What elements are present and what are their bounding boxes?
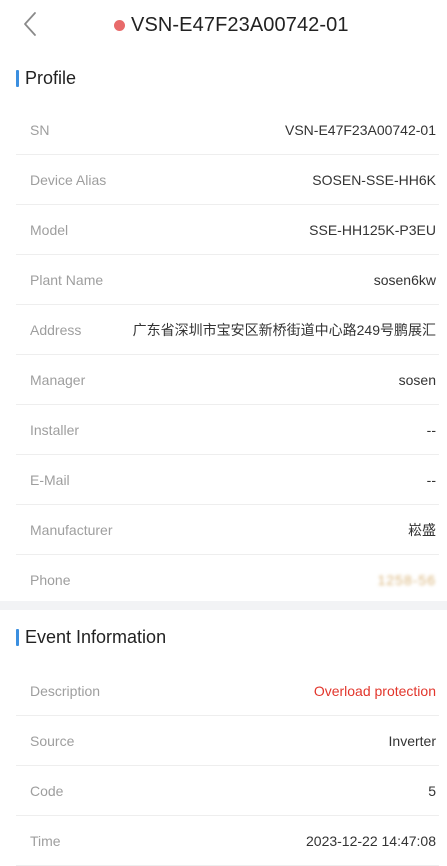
section-accent-bar [16,69,19,87]
row-value: 5 [428,783,436,799]
profile-row-installer: Installer -- [16,405,439,455]
section-divider [0,601,447,610]
profile-row-plant-name: Plant Name sosen6kw [16,255,439,305]
chevron-left-icon [24,12,36,36]
row-label: Phone [30,572,71,588]
section-accent-bar [16,628,19,646]
row-value: SSE-HH125K-P3EU [309,222,436,238]
profile-row-email: E-Mail -- [16,455,439,505]
row-label: Manufacturer [30,522,113,538]
row-label: Code [30,783,64,799]
row-value-alert: Overload protection [313,683,436,699]
profile-row-device-alias: Device Alias SOSEN-SSE-HH6K [16,155,439,205]
row-label: Description [30,683,101,699]
row-label: Device Alias [30,172,107,188]
profile-row-manufacturer: Manufacturer 崧盛 [16,505,439,555]
row-label: Time [30,833,61,849]
row-value: sosen6kw [373,272,436,288]
row-value: 广东省深圳市宝安区新桥街道中心路249号鹏展汇 [132,322,436,338]
back-button[interactable] [22,10,46,40]
profile-heading: Profile [25,67,77,88]
row-value: -- [426,422,436,438]
row-label: Address [30,322,82,338]
row-value: sosen [398,372,436,388]
row-value: SOSEN-SSE-HH6K [312,172,436,188]
profile-row-sn: SN VSN-E47F23A00742-01 [16,105,439,155]
top-bar: VSN-E47F23A00742-01 [0,0,447,50]
profile-section-title: Profile [16,64,76,92]
row-value: 2023-12-22 14:47:08 [306,833,436,849]
row-value-phone: 1258-56 [377,572,436,588]
event-row-description: Description Overload protection [16,666,439,716]
profile-row-model: Model SSE-HH125K-P3EU [16,205,439,255]
row-label: SN [30,122,50,138]
profile-row-address: Address 广东省深圳市宝安区新桥街道中心路249号鹏展汇 [16,305,439,355]
profile-row-manager: Manager sosen [16,355,439,405]
row-value: VSN-E47F23A00742-01 [285,122,436,138]
event-row-code: Code 5 [16,766,439,816]
title-group: VSN-E47F23A00742-01 [114,11,349,39]
event-row-time: Time 2023-12-22 14:47:08 [16,816,439,866]
row-label: Manager [30,372,86,388]
row-value: 崧盛 [408,522,436,538]
event-section-title: Event Information [16,623,166,651]
status-dot-icon [114,19,125,31]
row-label: E-Mail [30,472,70,488]
row-label: Plant Name [30,272,104,288]
row-label: Installer [30,422,80,438]
row-label: Source [30,733,75,749]
profile-row-phone: Phone 1258-56 [16,555,439,605]
row-label: Model [30,222,69,238]
event-row-source: Source Inverter [16,716,439,766]
row-value: -- [426,472,436,488]
event-heading: Event Information [25,626,167,647]
page-title: VSN-E47F23A00742-01 [131,13,349,36]
row-value: Inverter [388,733,436,749]
